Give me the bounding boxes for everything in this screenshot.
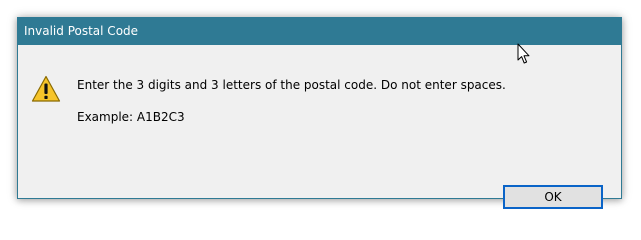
mouse-cursor-icon [517,43,530,64]
warning-icon [31,75,61,102]
dialog-title: Invalid Postal Code [24,24,139,38]
dialog-example-text: Example: A1B2C3 [77,110,185,124]
dialog-titlebar[interactable]: Invalid Postal Code [18,18,621,45]
dialog-message: Enter the 3 digits and 3 letters of the … [77,78,506,92]
dialog-body: Enter the 3 digits and 3 letters of the … [18,45,621,209]
ok-button[interactable]: OK [503,185,603,209]
invalid-postal-code-dialog: Invalid Postal Code Enter the 3 digits a… [17,17,622,209]
